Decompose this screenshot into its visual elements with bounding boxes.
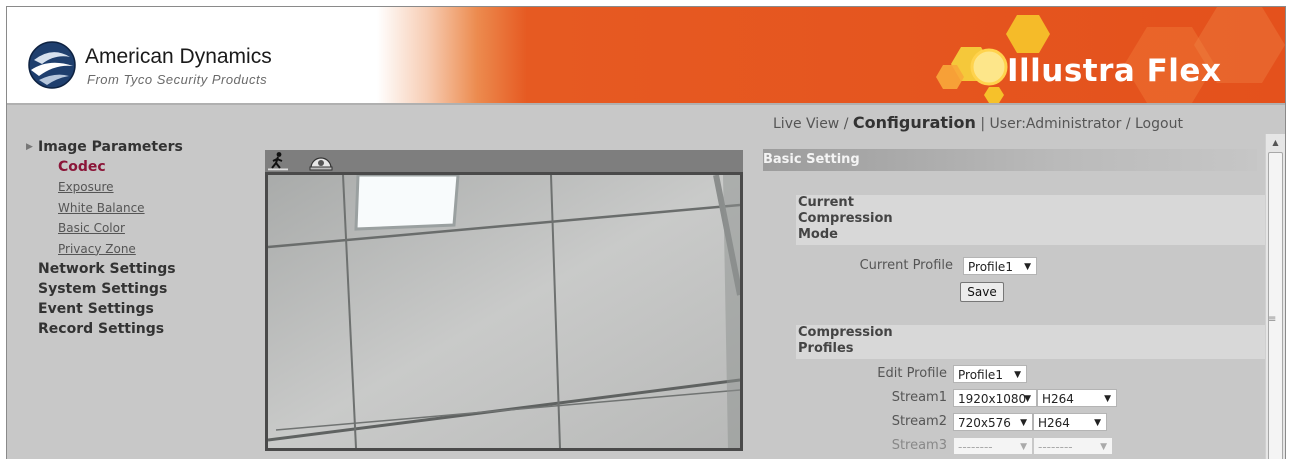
stream1-label: Stream1 — [891, 390, 947, 405]
chevron-down-icon: ▼ — [1020, 442, 1027, 452]
walk-icon[interactable] — [267, 151, 289, 171]
live-view-link[interactable]: Live View — [773, 116, 839, 132]
stream2-label: Stream2 — [891, 414, 947, 429]
select-value: H264 — [1038, 416, 1070, 430]
menu-privacy-zone[interactable]: Privacy Zone — [19, 239, 259, 260]
nav-separator: | — [975, 116, 990, 132]
menu-event-settings[interactable]: Event Settings — [19, 299, 259, 319]
camera-image — [268, 175, 740, 448]
brand-tagline: From Tyco Security Products — [87, 72, 268, 87]
stream1-resolution-select[interactable]: 1920x1080 ▼ — [953, 389, 1037, 407]
edit-profile-label: Edit Profile — [877, 366, 947, 381]
scroll-grip-icon: ≡ — [1268, 314, 1277, 325]
chevron-down-icon: ▼ — [1014, 370, 1021, 380]
select-value: Profile1 — [958, 368, 1003, 382]
brand-name: American Dynamics — [85, 45, 272, 68]
select-value: -------- — [1038, 440, 1073, 454]
menu-codec[interactable]: Codec — [19, 157, 259, 177]
current-profile-label: Current Profile — [859, 258, 953, 273]
stream2-codec-select[interactable]: H264 ▼ — [1033, 413, 1107, 431]
menu-record-settings[interactable]: Record Settings — [19, 319, 259, 339]
current-compression-mode-header: Current Compression Mode — [796, 195, 1266, 245]
menu-network-settings[interactable]: Network Settings — [19, 259, 259, 279]
current-profile-select[interactable]: Profile1 ▼ — [963, 257, 1037, 275]
menu-basic-color[interactable]: Basic Color — [19, 218, 259, 239]
stream3-resolution-select[interactable]: -------- ▼ — [953, 437, 1033, 455]
menu-white-balance[interactable]: White Balance — [19, 198, 259, 219]
section-title-line: Compression — [798, 211, 893, 226]
section-title-line: Compression — [798, 325, 893, 340]
user-label: User:Administrator — [989, 116, 1122, 132]
chevron-down-icon: ▼ — [1100, 442, 1107, 452]
chevron-down-icon: ▼ — [1024, 394, 1031, 404]
chevron-down-icon: ▼ — [1104, 394, 1111, 404]
app-window: American Dynamics From Tyco Security Pro… — [6, 6, 1286, 459]
vertical-scrollbar[interactable]: ▲ ≡ — [1265, 134, 1285, 459]
menu-system-settings[interactable]: System Settings — [19, 279, 259, 299]
menu-exposure[interactable]: Exposure — [19, 177, 259, 198]
product-name: Illustra Flex — [1007, 53, 1222, 89]
scroll-up-icon[interactable]: ▲ — [1266, 134, 1285, 151]
menu-label: Image Parameters — [38, 139, 183, 155]
stream3-codec-select[interactable]: -------- ▼ — [1033, 437, 1113, 455]
chevron-down-icon: ▼ — [1094, 418, 1101, 428]
video-preview[interactable] — [265, 172, 743, 451]
edit-profile-select[interactable]: Profile1 ▼ — [953, 365, 1027, 383]
nav-separator: / — [1121, 116, 1135, 132]
save-button[interactable]: Save — [960, 282, 1004, 302]
chevron-down-icon: ▼ — [1024, 262, 1031, 272]
basic-setting-header: Basic Setting — [763, 149, 1257, 171]
compression-profiles-header: Compression Profiles — [796, 325, 1266, 359]
triangle-right-icon: ▶ — [26, 142, 33, 152]
sidebar-menu: ▶ Image Parameters Codec Exposure White B… — [19, 137, 259, 339]
nav-separator: / — [839, 116, 853, 132]
select-value: 1920x1080 — [958, 392, 1027, 406]
section-title-line: Mode — [798, 227, 838, 242]
select-value: H264 — [1042, 392, 1074, 406]
chevron-down-icon: ▼ — [1020, 418, 1027, 428]
logout-link[interactable]: Logout — [1135, 116, 1183, 132]
stream3-label: Stream3 — [891, 438, 947, 453]
select-value: -------- — [958, 440, 993, 454]
stream1-codec-select[interactable]: H264 ▼ — [1037, 389, 1117, 407]
dome-camera-icon[interactable] — [308, 151, 334, 171]
stream2-resolution-select[interactable]: 720x576 ▼ — [953, 413, 1033, 431]
top-navigation: Live View / Configuration | User:Adminis… — [773, 113, 1183, 132]
american-dynamics-logo-icon — [28, 41, 76, 89]
select-value: Profile1 — [968, 260, 1013, 274]
video-toolbar — [265, 150, 743, 172]
header-banner: American Dynamics From Tyco Security Pro… — [7, 7, 1285, 105]
menu-image-parameters[interactable]: ▶ Image Parameters — [19, 137, 259, 157]
configuration-link[interactable]: Configuration — [853, 113, 976, 132]
section-title-line: Current — [798, 195, 854, 210]
scroll-thumb[interactable] — [1268, 152, 1283, 459]
section-title-line: Profiles — [798, 341, 854, 356]
select-value: 720x576 — [958, 416, 1011, 430]
config-panel: Basic Setting Current Compression Mode C… — [763, 147, 1266, 459]
